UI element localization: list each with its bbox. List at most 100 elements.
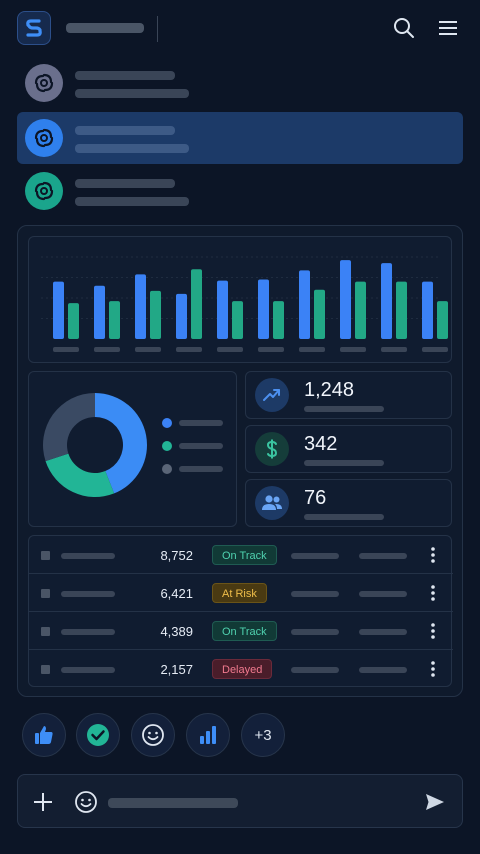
bar[interactable]	[381, 263, 392, 339]
avatar	[25, 119, 63, 157]
row-value: 4,389	[160, 624, 193, 639]
bar[interactable]	[191, 269, 202, 339]
bar[interactable]	[135, 274, 146, 339]
conversation-title-placeholder	[75, 71, 175, 80]
bar[interactable]	[299, 270, 310, 339]
status-badge: At Risk	[212, 583, 267, 603]
hamburger-menu-icon[interactable]	[434, 14, 462, 42]
row-value: 6,421	[160, 586, 193, 601]
more-options-icon[interactable]	[425, 621, 441, 641]
row-name-placeholder	[61, 629, 115, 635]
status-badge: Delayed	[212, 659, 273, 679]
row-cell-placeholder	[291, 591, 339, 597]
row-cell-placeholder	[291, 553, 339, 559]
emoji-icon[interactable]	[72, 788, 100, 816]
trending-up-icon	[255, 378, 289, 412]
stat-value: 342	[304, 433, 338, 455]
table-row[interactable]: 8,752 On Track	[29, 536, 453, 574]
plus-icon[interactable]	[29, 788, 57, 816]
bar[interactable]	[422, 281, 433, 339]
bar[interactable]	[68, 303, 79, 339]
stat-value: 1,248	[304, 379, 355, 401]
data-table: 8,752 On Track 6,421 At Risk 4,389 On Tr…	[28, 535, 453, 688]
row-checkbox[interactable]	[41, 551, 50, 560]
bar[interactable]	[109, 301, 120, 339]
conversation-item[interactable]	[17, 112, 463, 164]
app-title-placeholder	[66, 23, 144, 33]
x-tick-label-placeholder	[94, 347, 120, 352]
bar[interactable]	[150, 290, 161, 339]
stat-label-placeholder	[304, 406, 384, 412]
stat-card[interactable]: 342	[245, 425, 452, 473]
bar[interactable]	[396, 281, 407, 339]
conversation-preview-placeholder	[75, 197, 189, 206]
bar-chart-card	[28, 236, 452, 363]
row-cell-placeholder	[359, 667, 407, 673]
message-input[interactable]	[108, 798, 238, 808]
table-row[interactable]: 6,421 At Risk	[29, 574, 453, 612]
bar-chart-icon[interactable]	[186, 713, 230, 757]
row-value: 8,752	[160, 548, 193, 563]
thumbs-up-icon[interactable]	[22, 713, 66, 757]
legend-label-placeholder	[179, 466, 223, 472]
header-divider	[157, 16, 158, 42]
donut-segment[interactable]	[45, 453, 115, 497]
smiley-icon[interactable]	[131, 713, 175, 757]
stat-card[interactable]: 1,248	[245, 371, 452, 419]
x-tick-label-placeholder	[422, 347, 448, 352]
conversation-preview-placeholder	[75, 144, 189, 153]
table-row[interactable]: 4,389 On Track	[29, 612, 453, 650]
stat-card[interactable]: 76	[245, 479, 452, 527]
bar[interactable]	[258, 279, 269, 339]
stat-label-placeholder	[304, 460, 384, 466]
more-reactions-button[interactable]: +3	[241, 713, 285, 757]
bar[interactable]	[94, 285, 105, 339]
conversation-item[interactable]	[17, 165, 463, 217]
bar[interactable]	[273, 301, 284, 339]
conversation-item[interactable]	[17, 57, 463, 109]
row-name-placeholder	[61, 667, 115, 673]
donut-chart	[42, 393, 223, 497]
more-options-icon[interactable]	[425, 545, 441, 565]
status-badge: On Track	[212, 621, 277, 641]
bar[interactable]	[314, 289, 325, 339]
users-icon	[255, 486, 289, 520]
x-tick-label-placeholder	[258, 347, 284, 352]
row-checkbox[interactable]	[41, 589, 50, 598]
send-icon[interactable]	[421, 788, 449, 816]
bar[interactable]	[355, 281, 366, 339]
bar[interactable]	[340, 260, 351, 339]
bar[interactable]	[437, 301, 448, 339]
legend-label-placeholder	[179, 420, 223, 426]
legend-swatch	[162, 418, 172, 428]
row-checkbox[interactable]	[41, 665, 50, 674]
check-circle-icon[interactable]	[76, 713, 120, 757]
stat-label-placeholder	[304, 514, 384, 520]
row-cell-placeholder	[291, 667, 339, 673]
row-checkbox[interactable]	[41, 627, 50, 636]
conversation-preview-placeholder	[75, 89, 189, 98]
x-tick-label-placeholder	[340, 347, 366, 352]
row-cell-placeholder	[291, 629, 339, 635]
more-options-icon[interactable]	[425, 583, 441, 603]
x-tick-label-placeholder	[176, 347, 202, 352]
table-row[interactable]: 2,157 Delayed	[29, 650, 453, 688]
legend-swatch	[162, 441, 172, 451]
stat-value: 76	[304, 487, 327, 509]
conversation-title-placeholder	[75, 179, 175, 188]
row-name-placeholder	[61, 591, 115, 597]
bar[interactable]	[232, 301, 243, 339]
donut-chart-card	[28, 371, 237, 527]
search-icon[interactable]	[390, 14, 418, 42]
message-composer	[17, 774, 463, 828]
avatar	[25, 64, 63, 102]
x-tick-label-placeholder	[299, 347, 325, 352]
more-options-icon[interactable]	[425, 659, 441, 679]
bar[interactable]	[217, 280, 228, 339]
donut-segment[interactable]	[42, 393, 95, 462]
s-logo-icon[interactable]	[17, 11, 51, 45]
bar[interactable]	[176, 293, 187, 339]
x-tick-label-placeholder	[135, 347, 161, 352]
bar[interactable]	[53, 281, 64, 339]
row-cell-placeholder	[359, 629, 407, 635]
